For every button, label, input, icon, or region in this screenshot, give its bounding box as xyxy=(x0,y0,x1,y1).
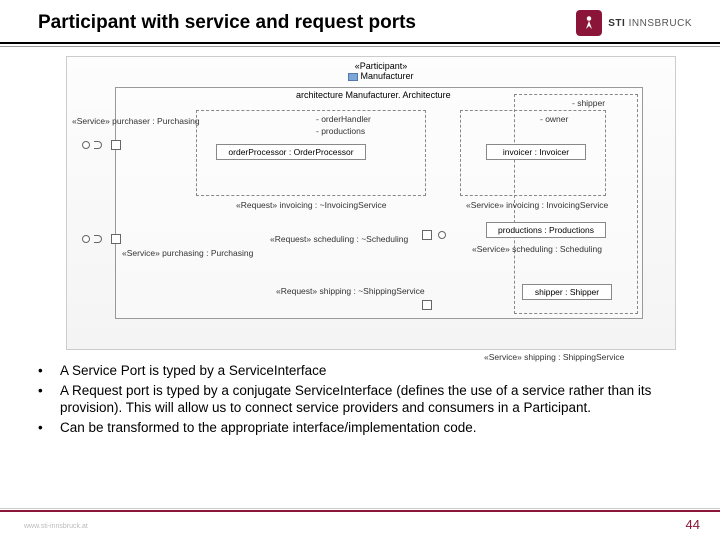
cup-top xyxy=(94,141,102,149)
logo: STI INNSBRUCK xyxy=(576,10,692,36)
service-purchaser-top: «Service» purchaser : Purchasing xyxy=(72,116,200,126)
lollipop-sched xyxy=(438,231,446,239)
list-item: •Can be transformed to the appropriate i… xyxy=(38,419,678,437)
req-scheduling: «Request» scheduling : ~Scheduling xyxy=(270,234,408,244)
logo-text: STI INNSBRUCK xyxy=(608,18,692,29)
list-item: •A Service Port is typed by a ServiceInt… xyxy=(38,362,678,380)
participant-header: «Participant» Manufacturer xyxy=(321,61,441,81)
service-invoicing: «Service» invoicing : InvoicingService xyxy=(466,200,608,210)
port-purchasing-bottom xyxy=(111,234,121,244)
cup-bottom xyxy=(94,235,102,243)
lollipop-bottom xyxy=(82,235,90,243)
shipper-box: shipper : Shipper xyxy=(522,284,612,300)
header-rule xyxy=(0,42,720,44)
lollipop-top xyxy=(82,141,90,149)
page-number: 44 xyxy=(686,517,700,532)
port-ship-left xyxy=(422,300,432,310)
service-shipping: «Service» shipping : ShippingService xyxy=(484,352,624,362)
port-purchaser-top xyxy=(111,140,121,150)
list-item: •A Request port is typed by a conjugate … xyxy=(38,382,678,417)
copyright: www.sti-innsbruck.at xyxy=(24,523,88,530)
component-icon xyxy=(348,73,358,81)
participant-body: architecture Manufacturer. Architecture … xyxy=(115,87,643,319)
service-purchasing-bottom: «Service» purchasing : Purchasing xyxy=(122,248,253,258)
architecture-label: architecture Manufacturer. Architecture xyxy=(296,90,451,100)
orderhandler-attr: - orderHandler xyxy=(316,114,371,124)
owner-attr: - owner xyxy=(540,114,568,124)
productions-attr: - productions xyxy=(316,126,365,136)
orderprocessor-box: orderProcessor : OrderProcessor xyxy=(216,144,366,160)
footer-rule xyxy=(0,510,720,512)
invoicer-box: invoicer : Invoicer xyxy=(486,144,586,160)
logo-icon xyxy=(576,10,602,36)
req-shipping: «Request» shipping : ~ShippingService xyxy=(276,286,425,296)
port-sched-left xyxy=(422,230,432,240)
bullet-list: •A Service Port is typed by a ServiceInt… xyxy=(38,362,678,438)
page-title: Participant with service and request por… xyxy=(38,12,416,34)
shipper-attr: - shipper xyxy=(572,98,605,108)
req-invoicing: «Request» invoicing : ~InvoicingService xyxy=(236,200,387,210)
header-subrule xyxy=(0,46,720,47)
service-scheduling: «Service» scheduling : Scheduling xyxy=(472,244,602,254)
uml-diagram: «Participant» Manufacturer architecture … xyxy=(66,56,676,350)
productions-box: productions : Productions xyxy=(486,222,606,238)
